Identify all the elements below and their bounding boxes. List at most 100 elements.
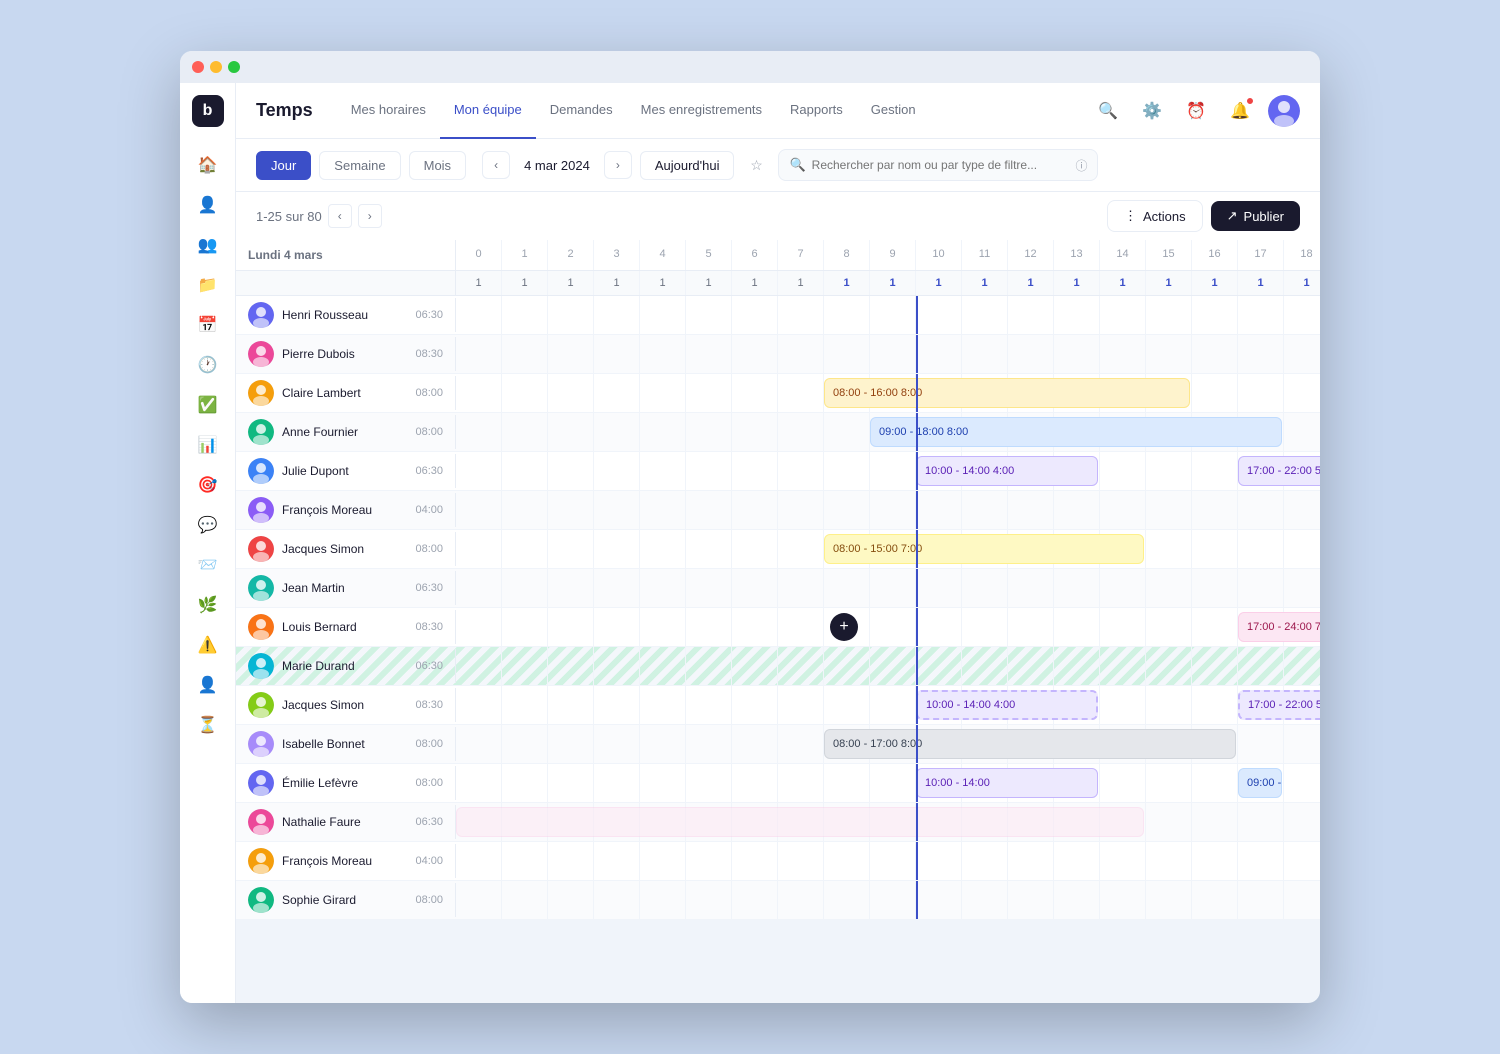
time-cell[interactable] (962, 335, 1008, 373)
time-cell[interactable] (1008, 569, 1054, 607)
time-cell[interactable] (1284, 374, 1320, 412)
shift-block[interactable]: 10:00 - 14:00 4:00 (916, 690, 1098, 720)
time-cell[interactable] (1054, 881, 1100, 919)
time-cell[interactable] (1284, 491, 1320, 529)
time-cell[interactable] (870, 764, 916, 802)
time-cell[interactable] (548, 452, 594, 490)
time-cell[interactable] (916, 647, 962, 685)
time-cell[interactable] (1054, 842, 1100, 880)
time-cell[interactable] (640, 413, 686, 451)
time-cell[interactable] (1284, 725, 1320, 763)
time-cell[interactable] (1284, 803, 1320, 841)
sidebar-item-folder[interactable]: 📁 (190, 267, 226, 303)
time-cell[interactable] (870, 296, 916, 334)
time-cell[interactable] (456, 296, 502, 334)
time-cell[interactable] (1192, 530, 1238, 568)
time-cell[interactable] (1008, 647, 1054, 685)
time-cell[interactable] (962, 569, 1008, 607)
time-cell[interactable] (732, 842, 778, 880)
time-cell[interactable] (686, 725, 732, 763)
time-cell[interactable] (686, 413, 732, 451)
time-cell[interactable] (502, 764, 548, 802)
time-cell[interactable] (1238, 491, 1284, 529)
time-cell[interactable] (686, 569, 732, 607)
time-cell[interactable] (870, 569, 916, 607)
time-cell[interactable] (640, 452, 686, 490)
time-cell[interactable] (824, 335, 870, 373)
shift-block[interactable]: 10:00 - 14:00 (916, 768, 1098, 798)
time-cell[interactable] (1100, 296, 1146, 334)
time-cell[interactable] (640, 296, 686, 334)
time-cell[interactable] (1008, 296, 1054, 334)
time-cell[interactable] (778, 647, 824, 685)
time-cell[interactable] (962, 647, 1008, 685)
time-cell[interactable] (1192, 686, 1238, 724)
time-cell[interactable] (1146, 764, 1192, 802)
time-cell[interactable] (686, 491, 732, 529)
nav-item-enregistrements[interactable]: Mes enregistrements (627, 83, 776, 139)
time-cell[interactable] (1238, 296, 1284, 334)
time-cell[interactable] (548, 530, 594, 568)
time-cell[interactable] (732, 491, 778, 529)
time-cell[interactable] (962, 608, 1008, 646)
time-cell[interactable] (594, 764, 640, 802)
time-cell[interactable] (1284, 881, 1320, 919)
time-cell[interactable] (1146, 452, 1192, 490)
time-cell[interactable] (1100, 491, 1146, 529)
time-cell[interactable] (456, 530, 502, 568)
time-cell[interactable] (870, 491, 916, 529)
time-cell[interactable] (502, 452, 548, 490)
time-cell[interactable] (732, 569, 778, 607)
add-shift-button[interactable]: + (830, 613, 858, 641)
time-cell[interactable] (1008, 608, 1054, 646)
time-cell[interactable] (778, 530, 824, 568)
time-cell[interactable] (548, 413, 594, 451)
time-cell[interactable] (1008, 491, 1054, 529)
search-button[interactable]: 🔍 (1092, 95, 1124, 127)
time-cell[interactable] (502, 647, 548, 685)
time-cell[interactable] (1192, 608, 1238, 646)
actions-button[interactable]: ⋮ Actions (1107, 200, 1203, 232)
time-cell[interactable] (594, 686, 640, 724)
time-cell[interactable] (640, 647, 686, 685)
time-cell[interactable] (962, 842, 1008, 880)
time-cell[interactable] (732, 725, 778, 763)
nav-item-rapports[interactable]: Rapports (776, 83, 857, 139)
time-cell[interactable] (824, 413, 870, 451)
sidebar-item-people[interactable]: 👥 (190, 227, 226, 263)
time-cell[interactable] (456, 374, 502, 412)
time-cell[interactable] (916, 491, 962, 529)
view-week-button[interactable]: Semaine (319, 151, 400, 180)
time-cell[interactable] (1192, 881, 1238, 919)
sidebar-item-chat[interactable]: 💬 (190, 507, 226, 543)
nav-item-horaires[interactable]: Mes horaires (337, 83, 440, 139)
time-cell[interactable] (594, 335, 640, 373)
time-cell[interactable] (456, 842, 502, 880)
time-cell[interactable] (456, 413, 502, 451)
nav-item-gestion[interactable]: Gestion (857, 83, 930, 139)
time-cell[interactable] (824, 296, 870, 334)
time-cell[interactable] (1054, 296, 1100, 334)
sidebar-item-checklist[interactable]: ✅ (190, 387, 226, 423)
time-cell[interactable] (778, 374, 824, 412)
time-cell[interactable] (640, 335, 686, 373)
publish-button[interactable]: ↗ Publier (1211, 201, 1300, 231)
time-cell[interactable] (1054, 647, 1100, 685)
search-input[interactable] (812, 158, 1070, 172)
time-cell[interactable] (870, 452, 916, 490)
time-cell[interactable] (502, 413, 548, 451)
time-cell[interactable] (456, 569, 502, 607)
time-cell[interactable] (1100, 335, 1146, 373)
time-cell[interactable] (732, 530, 778, 568)
time-cell[interactable] (640, 725, 686, 763)
time-cell[interactable] (640, 881, 686, 919)
time-cell[interactable] (1146, 686, 1192, 724)
time-cell[interactable] (732, 452, 778, 490)
time-cell[interactable] (778, 842, 824, 880)
next-page-button[interactable]: › (358, 204, 382, 228)
notifications-button[interactable]: 🔔 (1224, 95, 1256, 127)
time-cell[interactable] (778, 296, 824, 334)
time-cell[interactable] (916, 335, 962, 373)
sidebar-item-alert[interactable]: ⚠️ (190, 627, 226, 663)
time-cell[interactable] (1238, 530, 1284, 568)
